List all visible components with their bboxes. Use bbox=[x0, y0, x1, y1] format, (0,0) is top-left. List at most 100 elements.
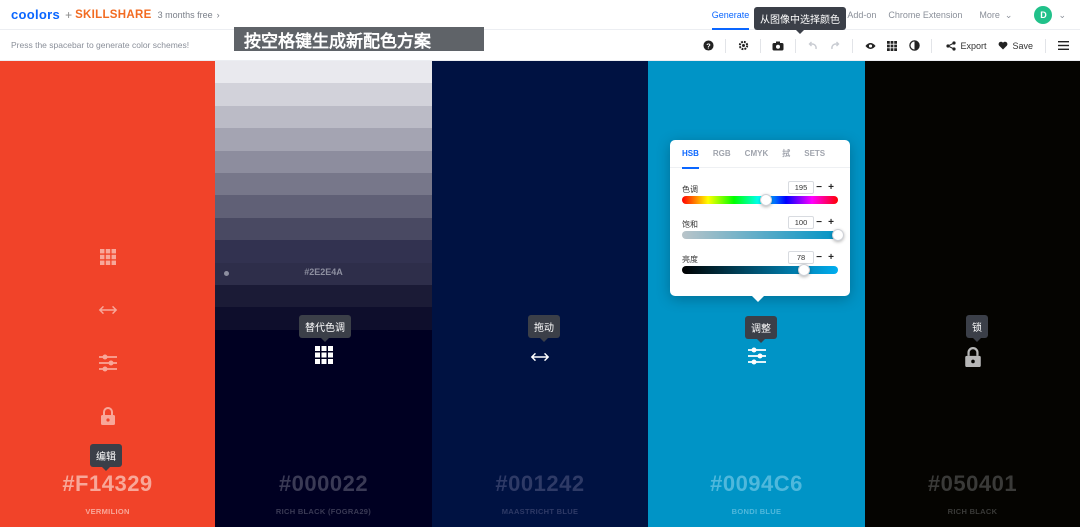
contrast-icon[interactable] bbox=[903, 35, 925, 57]
avatar-chevron-icon[interactable]: ⌄ bbox=[1058, 10, 1066, 21]
avatar[interactable]: D bbox=[1034, 6, 1053, 24]
toolbar-divider bbox=[725, 38, 727, 53]
logo-plus: + bbox=[65, 7, 73, 22]
tab-sets[interactable]: SETS bbox=[804, 140, 825, 168]
brightness-minus-button[interactable]: − bbox=[814, 251, 824, 264]
color-hex[interactable]: #050401 bbox=[865, 471, 1080, 497]
nav-chrome-extension[interactable]: Chrome Extension bbox=[888, 0, 962, 30]
color-name[interactable]: RICH BLACK bbox=[865, 507, 1080, 516]
column-tools bbox=[215, 345, 432, 365]
saturation-slider[interactable] bbox=[682, 231, 838, 239]
heart-icon bbox=[999, 41, 1008, 50]
hue-slider-thumb[interactable] bbox=[760, 194, 773, 206]
export-label: Export bbox=[960, 40, 987, 51]
edit-tooltip: 编辑 bbox=[90, 444, 122, 471]
drag-tooltip: 拖动 bbox=[528, 315, 560, 342]
tab-rgb[interactable]: RGB bbox=[713, 140, 731, 168]
shades-icon[interactable] bbox=[98, 247, 118, 267]
color-hex[interactable]: #000022 bbox=[215, 471, 432, 497]
promo-link[interactable]: 3 months free bbox=[158, 10, 213, 20]
tab-4[interactable]: 拭 bbox=[782, 140, 790, 168]
shade-swatch[interactable] bbox=[215, 240, 432, 263]
save-label: Save bbox=[1012, 40, 1033, 51]
shade-swatch[interactable] bbox=[215, 284, 432, 308]
saturation-plus-button[interactable]: + bbox=[826, 216, 836, 229]
brightness-slider[interactable] bbox=[682, 266, 838, 274]
camera-icon[interactable] bbox=[767, 35, 789, 57]
hue-plus-button[interactable]: + bbox=[826, 181, 836, 194]
shade-swatch[interactable] bbox=[215, 172, 432, 196]
shades-icon[interactable] bbox=[314, 345, 334, 365]
shade-swatch[interactable] bbox=[215, 150, 432, 173]
color-hex[interactable]: #0094C6 bbox=[648, 471, 865, 497]
lock-icon[interactable] bbox=[98, 406, 118, 426]
color-column-rich-black[interactable]: #050401 RICH BLACK bbox=[865, 61, 1080, 527]
top-nav: coolors + SKILLSHARE 3 months free › Gen… bbox=[0, 0, 1080, 30]
brightness-plus-button[interactable]: + bbox=[826, 251, 836, 264]
adjust-sliders-icon[interactable] bbox=[98, 353, 118, 373]
color-picker-popover: HSB RGB CMYK 拭 SETS 色调 195 − + 饱和 100 − … bbox=[670, 140, 850, 302]
color-hex[interactable]: #001242 bbox=[432, 471, 648, 497]
gear-icon[interactable] bbox=[732, 35, 754, 57]
chevron-right-icon: › bbox=[216, 9, 220, 20]
color-name[interactable]: RICH BLACK (FOGRA29) bbox=[215, 507, 432, 516]
nav-more[interactable]: More bbox=[979, 0, 1000, 30]
toolbar-divider bbox=[1045, 38, 1046, 53]
shade-swatch[interactable] bbox=[215, 83, 432, 106]
brightness-slider-thumb[interactable] bbox=[797, 264, 810, 276]
shade-swatch[interactable] bbox=[215, 105, 432, 129]
nav-generate[interactable]: Generate bbox=[711, 0, 749, 30]
adjust-sliders-icon[interactable] bbox=[747, 346, 767, 366]
shade-hex-label: #2E2E4A bbox=[304, 266, 343, 277]
color-column-rich-black-fogra29[interactable]: #2E2E4A #000022 RICH BLACK (FOGRA29) bbox=[215, 61, 432, 527]
drag-arrows-icon[interactable] bbox=[98, 300, 118, 320]
coolors-logo[interactable]: coolors bbox=[11, 7, 60, 22]
shade-swatch[interactable] bbox=[215, 195, 432, 218]
nav-add-on[interactable]: Add-on bbox=[847, 0, 876, 30]
saturation-minus-button[interactable]: − bbox=[814, 216, 824, 229]
column-tools bbox=[432, 347, 648, 367]
share-icon bbox=[946, 40, 957, 51]
shades-tooltip: 替代色调 bbox=[299, 315, 351, 342]
brightness-input[interactable]: 78 bbox=[788, 251, 814, 264]
grid-icon[interactable] bbox=[881, 35, 903, 57]
more-chevron-icon: ⌄ bbox=[1004, 9, 1013, 20]
lock-icon[interactable] bbox=[963, 347, 983, 367]
spacebar-annotation: 按空格键生成新配色方案 bbox=[234, 27, 484, 51]
tab-hsb[interactable]: HSB bbox=[682, 140, 699, 169]
redo-icon[interactable] bbox=[824, 35, 846, 57]
color-hex[interactable]: #F14329 bbox=[0, 471, 215, 497]
spacebar-hint: Press the spacebar to generate color sch… bbox=[11, 40, 190, 50]
save-button[interactable]: Save bbox=[998, 41, 1033, 51]
help-icon[interactable]: ? bbox=[697, 35, 719, 57]
menu-icon[interactable] bbox=[1052, 35, 1074, 57]
shades-panel: #2E2E4A bbox=[215, 61, 432, 330]
toolbar-divider bbox=[795, 38, 797, 53]
palette: #F14329 VERMILION #2E2E4A #000022 RICH B… bbox=[0, 61, 1080, 527]
color-column-maastricht-blue[interactable]: #001242 MAASTRICHT BLUE bbox=[432, 61, 648, 527]
toolbar: Press the spacebar to generate color sch… bbox=[0, 30, 1080, 61]
svg-text:?: ? bbox=[706, 41, 711, 50]
brightness-label: 亮度 bbox=[682, 255, 698, 264]
saturation-input[interactable]: 100 bbox=[788, 216, 814, 229]
saturation-label: 饱和 bbox=[682, 220, 698, 229]
shade-swatch[interactable] bbox=[215, 217, 432, 241]
lock-tooltip: 锁 bbox=[966, 315, 988, 342]
shade-swatch[interactable] bbox=[215, 128, 432, 151]
undo-icon[interactable] bbox=[802, 35, 824, 57]
tab-cmyk[interactable]: CMYK bbox=[745, 140, 769, 168]
color-name[interactable]: MAASTRICHT BLUE bbox=[432, 507, 648, 516]
color-name[interactable]: BONDI BLUE bbox=[648, 507, 865, 516]
skillshare-logo[interactable]: SKILLSHARE bbox=[75, 9, 151, 21]
shade-swatch[interactable]: #2E2E4A bbox=[215, 262, 432, 285]
saturation-slider-thumb[interactable] bbox=[832, 229, 844, 241]
column-tools bbox=[0, 247, 215, 426]
hue-minus-button[interactable]: − bbox=[814, 181, 824, 194]
export-button[interactable]: Export bbox=[946, 41, 986, 51]
drag-arrows-icon[interactable] bbox=[530, 347, 550, 367]
column-tools bbox=[865, 347, 1080, 367]
shade-swatch[interactable] bbox=[215, 61, 432, 84]
hue-input[interactable]: 195 bbox=[788, 181, 814, 194]
eye-icon[interactable] bbox=[859, 35, 881, 57]
color-name[interactable]: VERMILION bbox=[0, 507, 215, 516]
